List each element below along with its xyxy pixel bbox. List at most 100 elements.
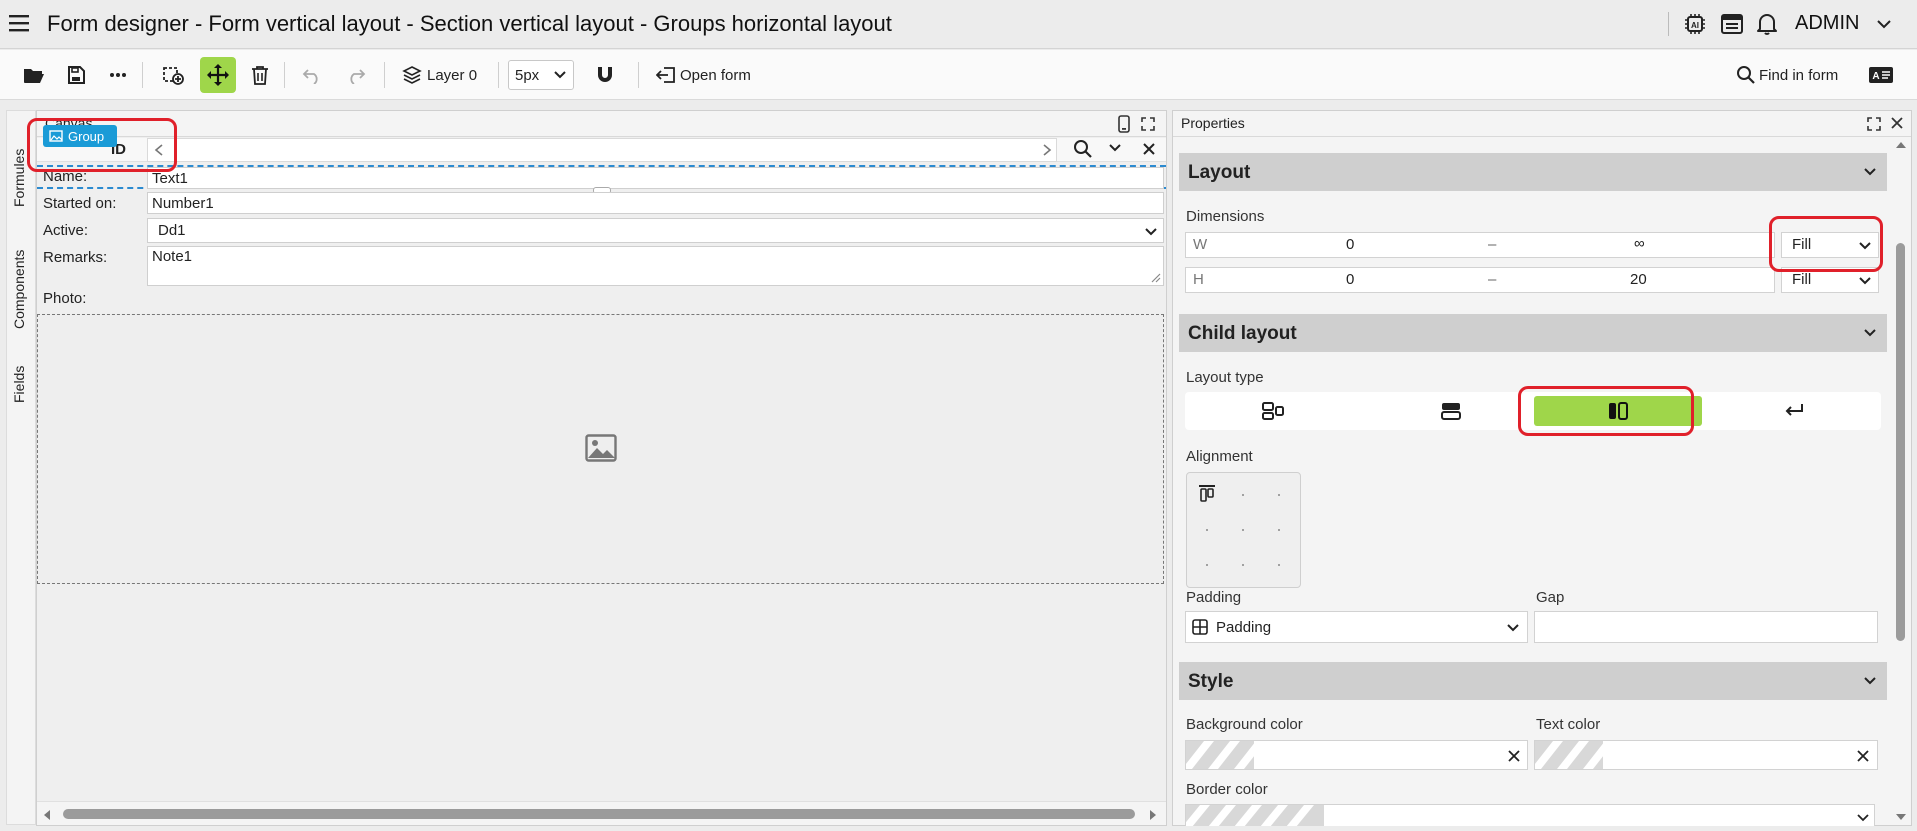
clear-icon[interactable] [1857, 750, 1869, 762]
child-layout-section-title: Child layout [1188, 323, 1297, 344]
tab-fields[interactable]: Fields [11, 366, 27, 403]
find-in-form-label: Find in form [1759, 66, 1839, 84]
height-label: H [1193, 271, 1204, 288]
grid-size-select[interactable]: 5px [508, 60, 574, 90]
resize-grip-icon[interactable] [1151, 273, 1161, 283]
photo-placeholder[interactable] [37, 314, 1164, 584]
toolbar-divider [498, 62, 499, 88]
properties-title: Properties [1181, 115, 1245, 131]
section-header-row: ID [37, 138, 1166, 162]
open-form-button[interactable]: Open form [656, 59, 760, 91]
height-max[interactable]: 20 [1630, 271, 1647, 288]
child-layout-section-header[interactable]: Child layout [1179, 314, 1887, 352]
layout-absolute-icon[interactable] [1261, 401, 1285, 421]
remarks-label: Remarks: [43, 249, 108, 266]
annotation-highlight [1769, 216, 1883, 272]
svg-text:A: A [1872, 71, 1879, 82]
dimensions-label: Dimensions [1186, 208, 1265, 225]
save-icon[interactable] [62, 59, 90, 91]
ai-chip-icon[interactable]: AI [1684, 13, 1706, 35]
toolbar-divider [384, 62, 385, 88]
toolbar-divider [284, 62, 285, 88]
horizontal-scrollbar[interactable] [37, 801, 1166, 825]
close-icon[interactable] [1891, 117, 1903, 129]
chevron-down-icon[interactable] [1108, 143, 1122, 153]
width-min[interactable]: 0 [1346, 236, 1354, 253]
chevron-down-icon [1864, 677, 1876, 685]
annotation-highlight [1518, 386, 1694, 436]
vertical-scrollbar[interactable] [1891, 139, 1909, 823]
height-range-field[interactable]: H 0 – 20 [1185, 267, 1775, 293]
gap-input[interactable] [1534, 611, 1878, 643]
search-icon[interactable] [1073, 139, 1093, 159]
layout-section-header[interactable]: Layout [1179, 153, 1887, 191]
width-range-separator: – [1488, 236, 1497, 253]
trash-icon[interactable] [246, 59, 274, 91]
chevron-right-icon[interactable] [1042, 144, 1052, 156]
image-placeholder-icon [585, 434, 617, 462]
layout-wrap-icon[interactable] [1783, 402, 1805, 420]
layout-type-label: Layout type [1186, 369, 1264, 386]
window-list-icon[interactable] [1720, 13, 1744, 35]
height-min[interactable]: 0 [1346, 271, 1354, 288]
transparent-swatch-icon [1186, 805, 1324, 826]
background-color-picker[interactable] [1185, 740, 1528, 770]
title-bar: Form designer - Form vertical layout - S… [0, 0, 1917, 49]
magnet-snap-icon[interactable] [590, 59, 620, 91]
started-on-field[interactable]: Number1 [147, 192, 1164, 214]
translate-icon[interactable]: A [1866, 59, 1896, 91]
style-section-header[interactable]: Style [1179, 662, 1887, 700]
bell-icon[interactable] [1756, 12, 1778, 36]
active-dropdown[interactable]: Dd1 [147, 218, 1164, 243]
chevron-down-icon [554, 71, 566, 79]
width-max[interactable]: ∞ [1634, 235, 1645, 252]
active-value: Dd1 [158, 222, 186, 239]
layout-vertical-icon[interactable] [1440, 401, 1462, 421]
height-range-separator: – [1488, 271, 1497, 288]
title-divider [1668, 12, 1669, 36]
name-field[interactable]: Text1 [147, 167, 1164, 189]
move-tool-button[interactable] [200, 57, 236, 93]
id-header-field[interactable] [147, 138, 1057, 162]
mobile-preview-icon[interactable] [1118, 115, 1130, 133]
remarks-textarea[interactable]: Note1 [147, 246, 1164, 286]
border-color-picker[interactable] [1185, 804, 1875, 826]
expand-icon[interactable] [1141, 117, 1155, 131]
find-in-form-button[interactable]: Find in form [1736, 59, 1846, 91]
expand-icon[interactable] [1867, 117, 1881, 131]
chevron-down-icon [1864, 329, 1876, 337]
chevron-down-icon [1857, 814, 1869, 822]
alignment-grid[interactable] [1186, 472, 1301, 588]
scroll-right-icon[interactable] [1149, 809, 1157, 821]
hamburger-menu-icon[interactable] [9, 14, 31, 32]
border-color-label: Border color [1186, 781, 1268, 798]
scrollbar-thumb[interactable] [63, 809, 1135, 819]
padding-select[interactable]: Padding [1185, 611, 1528, 643]
layer-button[interactable]: Layer 0 [402, 59, 484, 91]
height-mode-value: Fill [1792, 271, 1812, 288]
redo-icon[interactable] [342, 59, 370, 91]
close-icon[interactable] [1142, 142, 1156, 156]
page-title: Form designer - Form vertical layout - S… [47, 11, 892, 36]
open-form-label: Open form [680, 66, 751, 84]
clear-icon[interactable] [1508, 750, 1520, 762]
width-range-field[interactable]: W 0 – ∞ [1185, 232, 1775, 258]
undo-icon[interactable] [298, 59, 326, 91]
more-options-icon[interactable] [104, 59, 132, 91]
text-color-picker[interactable] [1534, 740, 1878, 770]
add-element-icon[interactable] [158, 59, 188, 91]
scroll-left-icon[interactable] [43, 809, 51, 821]
tab-components[interactable]: Components [11, 250, 27, 329]
open-folder-icon[interactable] [20, 59, 48, 91]
scrollbar-thumb[interactable] [1896, 243, 1905, 641]
transparent-swatch-icon [1535, 741, 1603, 769]
scroll-up-icon[interactable] [1895, 141, 1907, 149]
chevron-down-icon[interactable] [1876, 18, 1892, 30]
svg-text:AI: AI [1691, 21, 1699, 30]
chevron-down-icon [1859, 277, 1871, 285]
scroll-down-icon[interactable] [1895, 813, 1907, 821]
tab-formules[interactable]: Formules [11, 149, 27, 207]
width-label: W [1193, 236, 1208, 253]
chevron-down-icon [1507, 624, 1519, 632]
user-menu-label[interactable]: ADMIN [1795, 12, 1859, 35]
